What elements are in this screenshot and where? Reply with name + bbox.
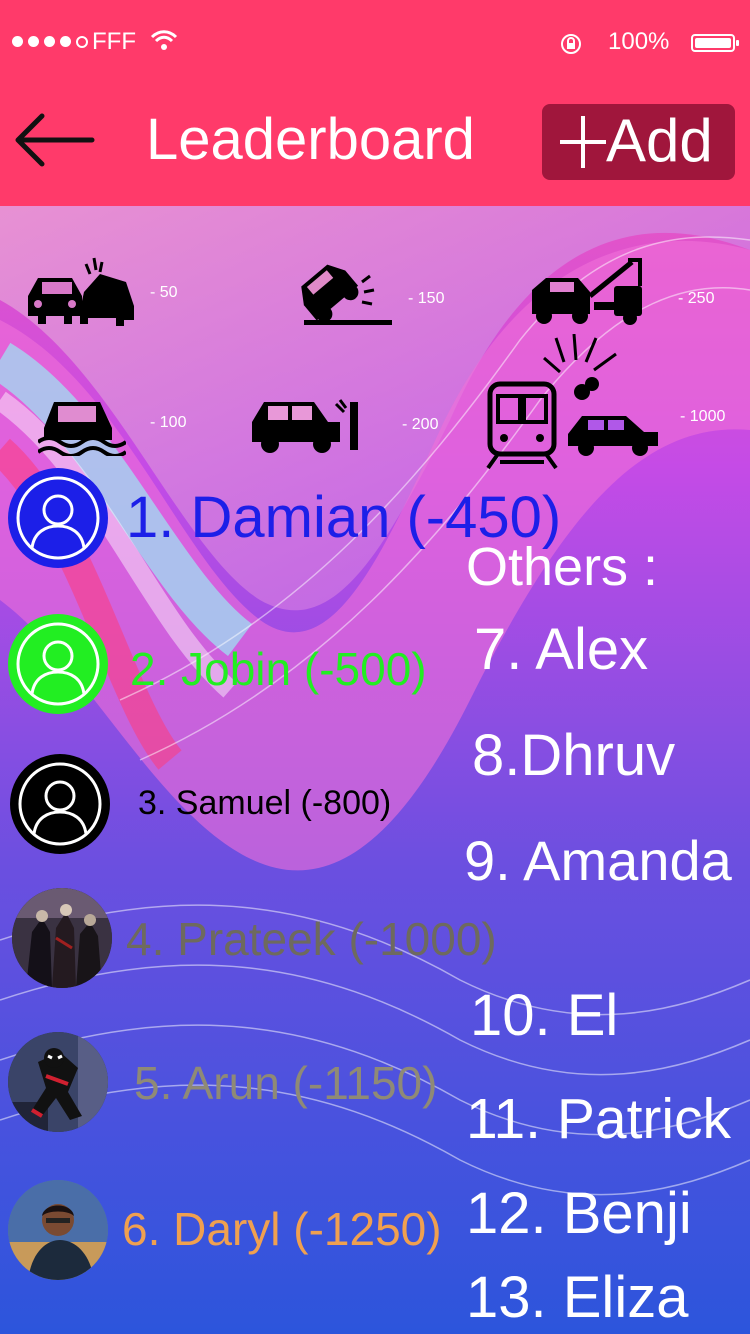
car-hit-wall-icon	[250, 398, 360, 454]
wifi-icon	[150, 30, 178, 50]
avatar[interactable]	[8, 468, 108, 568]
penalty-points: - 50	[150, 284, 178, 301]
plus-icon	[560, 116, 606, 168]
list-item: 11. Patrick	[466, 1087, 732, 1151]
penalty-points: - 100	[150, 414, 187, 431]
list-item: 8.Dhruv	[472, 723, 676, 788]
list-item: 9. Amanda	[464, 829, 732, 892]
status-bar: FFF 100%	[0, 0, 750, 88]
avatar[interactable]	[10, 754, 110, 854]
penalty-points: - 1000	[680, 408, 726, 425]
user-icon	[16, 476, 100, 560]
leader-3: 3. Samuel (-800)	[138, 784, 392, 822]
battery-icon	[691, 34, 739, 52]
profile-photo	[8, 1180, 108, 1280]
list-item: 7. Alex	[474, 617, 649, 682]
add-button[interactable]: Add	[542, 104, 735, 180]
signal-strength-icon	[12, 36, 88, 48]
spider-man-image	[8, 1032, 108, 1132]
others-heading: Others :	[466, 537, 659, 597]
battery-percentage: 100%	[608, 28, 670, 55]
car-flip-icon	[292, 254, 396, 330]
list-item: 12. Benji	[466, 1181, 692, 1246]
avatar[interactable]	[8, 1180, 108, 1280]
back-arrow-icon[interactable]	[12, 110, 96, 170]
user-icon	[16, 622, 100, 706]
avatar[interactable]	[8, 1032, 108, 1132]
game-cover-image	[12, 888, 112, 988]
leader-6: 6. Daryl (-1250)	[122, 1203, 442, 1255]
carrier-name: FFF	[92, 28, 136, 55]
car-crash-icon	[26, 256, 136, 328]
leader-5: 5. Arun (-1150)	[134, 1057, 438, 1109]
leader-4: 4. Prateek (-1000)	[126, 913, 497, 965]
tow-truck-icon	[530, 256, 646, 326]
page-title: Leaderboard	[146, 107, 475, 172]
rotation-lock-icon	[561, 34, 581, 54]
list-item: 13. Eliza	[466, 1265, 689, 1330]
list-item: 10. El	[470, 983, 619, 1048]
car-flood-icon	[38, 394, 126, 456]
add-button-label: Add	[606, 107, 713, 174]
penalty-points: - 150	[408, 290, 445, 307]
leader-2: 2. Jobin (-500)	[130, 643, 427, 695]
avatar[interactable]	[8, 614, 108, 714]
avatar[interactable]	[12, 888, 112, 988]
penalty-points: - 250	[678, 290, 715, 307]
penalty-points: - 200	[402, 416, 439, 433]
train-car-collision-icon	[486, 334, 662, 470]
user-icon	[18, 762, 102, 846]
